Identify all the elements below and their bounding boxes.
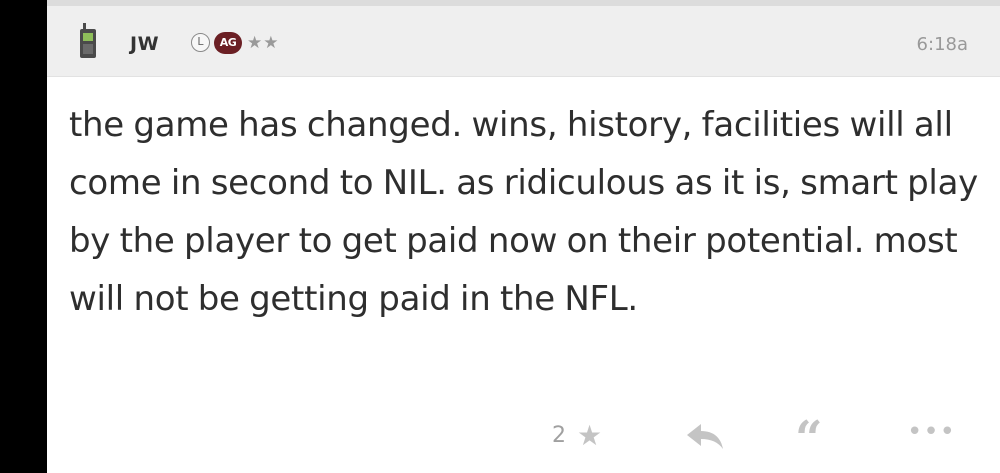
post-timestamp: 6:18a	[916, 34, 968, 55]
star-icon[interactable]: ★	[577, 419, 602, 452]
rating-stars: ★★	[247, 33, 280, 53]
post-card: JW L AG ★★ 6:18a the game has changed. w…	[47, 0, 1000, 473]
username[interactable]: JW	[130, 33, 159, 55]
badge-l: L	[191, 33, 210, 52]
post-actions: 2 ★ “ •••	[47, 405, 1000, 465]
more-dots-icon[interactable]: •••	[907, 417, 956, 447]
reply-arrow-icon[interactable]	[685, 422, 725, 450]
like-count: 2	[552, 423, 566, 448]
post-header: JW L AG ★★ 6:18a	[47, 6, 1000, 77]
mobile-phone-icon	[80, 23, 96, 58]
post-body: the game has changed. wins, history, fac…	[69, 105, 978, 319]
badge-ag: AG	[214, 32, 242, 54]
quote-icon[interactable]: “	[795, 415, 823, 463]
